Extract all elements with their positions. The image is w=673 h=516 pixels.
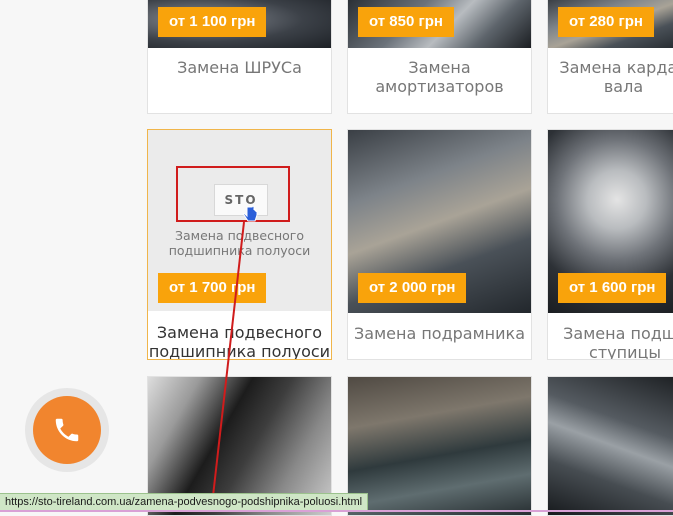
- service-title[interactable]: Замена ШРУСа: [148, 58, 331, 77]
- service-title-line: Замена подвесного: [156, 323, 323, 342]
- service-card-row3-3[interactable]: [547, 376, 673, 516]
- price-badge: от 850 грн: [358, 7, 454, 37]
- placeholder-caption-line: Замена подвесного: [174, 228, 305, 243]
- placeholder-caption: Замена подвесного подшипника полуоси: [148, 228, 331, 258]
- service-title-line: Замена подши: [563, 324, 673, 343]
- service-title-line: вала: [603, 77, 644, 96]
- service-card-center-bearing[interactable]: STO Замена подвесного подшипника полуоси…: [147, 129, 332, 360]
- service-title[interactable]: Замена подши ступицы: [548, 324, 673, 360]
- price-badge: от 280 грн: [558, 7, 654, 37]
- highlight-rectangle: [176, 166, 290, 222]
- price-badge: от 1 700 грн: [158, 273, 267, 303]
- service-title[interactable]: Замена амортизаторов: [348, 58, 531, 96]
- service-title[interactable]: Замена подвесного подшипника полуоси: [148, 323, 331, 360]
- service-card-hub-bearing[interactable]: от 1 600 грн Замена подши ступицы: [547, 129, 673, 360]
- service-card-shrus[interactable]: от 1 100 грн Замена ШРУСа: [147, 0, 332, 114]
- service-card-driveshaft[interactable]: от 280 грн Замена кардан вала: [547, 0, 673, 114]
- service-title-line: ступицы: [589, 343, 661, 360]
- hand-cursor-icon: [243, 206, 258, 222]
- service-title-line: подшипника полуоси: [148, 342, 331, 360]
- call-button[interactable]: [33, 396, 101, 464]
- price-badge: от 2 000 грн: [358, 273, 467, 303]
- price-badge: от 1 600 грн: [558, 273, 667, 303]
- service-image[interactable]: [348, 377, 531, 515]
- phone-icon: [55, 418, 79, 442]
- service-image[interactable]: [548, 377, 673, 515]
- service-card-row3-2[interactable]: [347, 376, 532, 516]
- service-title[interactable]: Замена кардан вала: [548, 58, 673, 96]
- service-title[interactable]: Замена подрамника: [348, 324, 531, 343]
- price-badge: от 1 100 грн: [158, 7, 267, 37]
- service-title-line: Замена кардан: [559, 58, 673, 77]
- placeholder-caption-line: подшипника полуоси: [168, 243, 311, 258]
- service-card-subframe[interactable]: от 2 000 грн Замена подрамника: [347, 129, 532, 360]
- service-card-shock-absorbers[interactable]: от 850 грн Замена амортизаторов: [347, 0, 532, 114]
